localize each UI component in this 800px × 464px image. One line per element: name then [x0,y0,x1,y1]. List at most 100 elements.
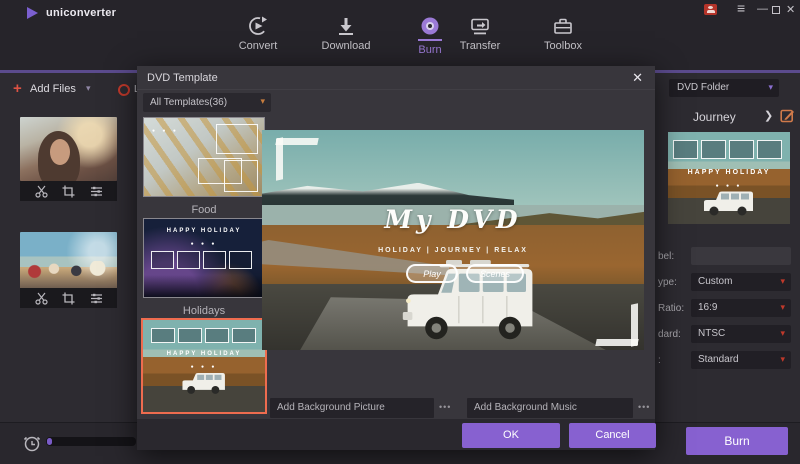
quality-dropdown[interactable]: Standard ▾ [691,351,791,369]
add-files-plus-icon: + [13,80,22,97]
chevron-down-icon: ▾ [260,96,265,107]
trim-icon[interactable] [35,292,48,305]
duration-clock-icon [22,433,42,453]
standard-field-label: dard: [658,329,681,340]
thumbnail-art [50,139,70,165]
nav-convert-label: Convert [226,40,290,52]
ratio-field-label: Ratio: [658,303,684,314]
media-thumbnail-1[interactable] [20,117,117,181]
add-files-button[interactable]: Add Files [30,83,76,95]
chevron-down-icon: ▾ [768,82,773,93]
truck-art [700,188,760,218]
dvd-folder-dropdown[interactable]: DVD Folder ▾ [669,79,779,97]
burn-icon [419,15,441,37]
dialog-title: DVD Template [147,72,218,84]
type-dropdown[interactable]: Custom ▾ [691,273,791,291]
thumbnail-frame [216,124,258,154]
capacity-progress-bar [46,437,136,446]
label-field-label: bel: [658,251,674,262]
cancel-button[interactable]: Cancel [569,423,656,448]
nav-convert[interactable]: Convert [226,15,290,52]
effects-icon[interactable] [90,185,103,198]
thumbnail-dots: ● ● ● [144,241,264,247]
label-field-input[interactable] [691,247,791,265]
chevron-down-icon: ▾ [780,354,785,365]
browse-music-button[interactable]: ••• [638,402,650,412]
templates-filter-value: All Templates(36) [150,97,227,108]
maximize-icon[interactable] [772,6,780,14]
dialog-header: DVD Template ✕ [137,66,655,90]
thumbnail-frame [224,160,258,192]
uniconverter-window: uniconverter Convert Download Burn [0,0,800,464]
convert-icon [247,15,269,37]
thumbnail-frames [151,251,252,269]
nav-download[interactable]: Download [314,15,378,52]
template-item-journey[interactable]: HAPPY HOLIDAY ● ● ● Journey [143,318,265,434]
thumbnail-frames [673,140,782,159]
trim-icon[interactable] [35,185,48,198]
template-next-chevron[interactable]: ❯ [764,109,773,122]
nav-transfer-label: Transfer [448,40,512,52]
chevron-down-icon: ▾ [780,302,785,313]
media-thumbnail-2[interactable] [20,232,117,296]
template-item-holidays[interactable]: HAPPY HOLIDAY ● ● ● Holidays [143,218,265,317]
preview-menu-title: My DVD [262,205,644,234]
preview-corner-bracket [276,138,318,180]
background-picture-field[interactable]: Add Background Picture [270,398,434,418]
background-picture-placeholder: Add Background Picture [277,402,385,413]
selected-template-name: Journey [693,110,736,124]
burn-button[interactable]: Burn [686,427,788,455]
preview-corner-bracket [596,304,638,346]
ok-button[interactable]: OK [462,423,560,448]
tv-standard-dropdown[interactable]: NTSC ▾ [691,325,791,343]
edit-template-icon[interactable] [780,108,795,123]
chevron-down-icon: ▾ [780,328,785,339]
app-logo-icon [27,7,38,19]
menu-icon[interactable]: ≡ [737,0,745,16]
effects-icon[interactable] [90,292,103,305]
thumbnail-art [144,275,264,297]
template-label: Holidays [143,305,265,317]
dvd-folder-dropdown-value: DVD Folder [677,82,729,93]
preview-scenes-button: Scenes [466,264,524,283]
nav-burn-active-indicator [418,39,442,41]
thumbnail-title: HAPPY HOLIDAY [668,169,790,176]
template-preview: My DVD HOLIDAY | JOURNEY | RELAX Play Sc… [262,130,644,350]
truck-art [179,370,231,396]
nav-toolbox-label: Toolbox [531,40,595,52]
crop-icon[interactable] [62,292,75,305]
selected-template-thumbnail[interactable]: HAPPY HOLIDAY ● ● ● [668,132,790,224]
load-dvd-icon[interactable] [118,84,130,96]
nav-download-label: Download [314,40,378,52]
templates-filter-dropdown[interactable]: All Templates(36) ▾ [143,93,271,112]
quality-field-label: : [658,355,661,366]
browse-picture-button[interactable]: ••• [439,402,451,412]
close-window-icon[interactable]: ✕ [786,3,795,16]
thumbnail-title: HAPPY HOLIDAY [143,351,265,357]
thumbnail-frames [151,328,256,343]
thumbnail-dots: ● ● ● [152,128,179,134]
aspect-ratio-dropdown[interactable]: 16:9 ▾ [691,299,791,317]
background-music-field[interactable]: Add Background Music [467,398,633,418]
preview-play-button: Play [406,264,458,283]
nav-toolbox[interactable]: Toolbox [531,15,595,52]
type-field-label: ype: [658,277,677,288]
dvd-template-dialog: DVD Template ✕ All Templates(36) ▾ ● ● ●… [137,66,655,450]
nav-transfer[interactable]: Transfer [448,15,512,52]
template-label: Food [143,204,265,216]
capacity-progress-fill [47,438,52,445]
add-files-chevron-icon[interactable]: ▾ [86,83,91,94]
template-item-food[interactable]: ● ● ● Food [143,117,265,216]
download-icon [335,15,357,37]
crop-icon[interactable] [62,185,75,198]
minimize-icon[interactable]: — [757,3,768,15]
account-badge-icon[interactable] [704,4,717,15]
toolbox-icon [552,15,574,37]
transfer-icon [469,15,491,37]
chevron-down-icon: ▾ [780,276,785,287]
app-title: uniconverter [46,7,116,19]
media-toolbar-2 [20,288,117,308]
dialog-close-icon[interactable]: ✕ [632,70,643,86]
background-music-placeholder: Add Background Music [474,402,577,413]
media-toolbar-1 [20,181,117,201]
